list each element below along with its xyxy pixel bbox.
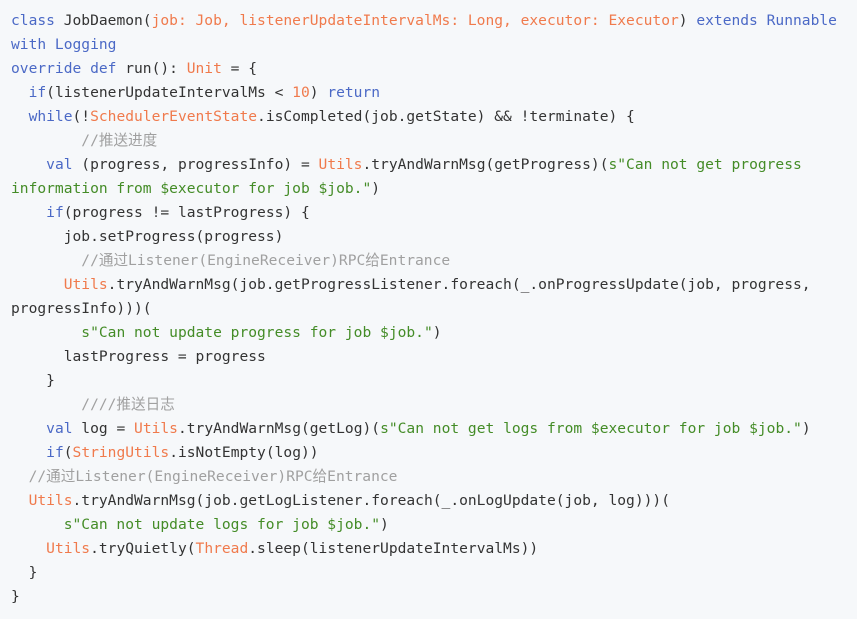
plain-token: JobDaemon( xyxy=(54,12,152,29)
keyword-token: while xyxy=(28,108,73,125)
plain-token: job.setProgress(progress) xyxy=(11,228,284,245)
keyword-token: class xyxy=(11,12,55,29)
plain-token: } xyxy=(11,588,20,605)
type-token: Utils xyxy=(46,540,91,557)
code-line: s"Can not update progress for job $job."… xyxy=(11,321,857,345)
code-line: val (progress, progressInfo) = Utils.try… xyxy=(11,153,857,177)
keyword-token: val xyxy=(46,156,73,173)
plain-token: .isNotEmpty(log)) xyxy=(169,444,319,461)
plain-token: .isCompleted(job.getState) && !terminate… xyxy=(257,108,635,125)
plain-token: ) xyxy=(309,84,328,101)
code-line: if(listenerUpdateIntervalMs < 10) return xyxy=(11,81,857,105)
plain-token: .sleep(listenerUpdateIntervalMs)) xyxy=(248,540,539,557)
comment-token: ////推送日志 xyxy=(11,396,175,413)
plain-token: log = xyxy=(72,420,135,437)
keyword-token: override def xyxy=(11,60,117,77)
type-token: job: Job, listenerUpdateIntervalMs: Long… xyxy=(151,12,679,29)
plain-token: (progress, progressInfo) = xyxy=(72,156,319,173)
code-line: lastProgress = progress xyxy=(11,345,857,369)
code-line: s"Can not update logs for job $job.") xyxy=(11,513,857,537)
plain-token: lastProgress = progress xyxy=(11,348,266,365)
code-line: //通过Listener(EngineReceiver)RPC给Entrance xyxy=(11,249,857,273)
code-line: override def run(): Unit = { xyxy=(11,57,857,81)
code-line: } xyxy=(11,585,857,609)
code-line: information from $executor for job $job.… xyxy=(11,177,857,201)
keyword-token: if xyxy=(46,204,64,221)
plain-token: .tryAndWarnMsg(job.getLogListener.foreac… xyxy=(72,492,670,509)
plain-token: (! xyxy=(72,108,91,125)
code-line: job.setProgress(progress) xyxy=(11,225,857,249)
plain-token: (listenerUpdateIntervalMs < xyxy=(46,84,293,101)
plain-token: .tryAndWarnMsg(job.getProgressListener.f… xyxy=(107,276,811,293)
type-token: StringUtils xyxy=(72,444,170,461)
code-line: } xyxy=(11,369,857,393)
plain-token: (progress != lastProgress) { xyxy=(63,204,310,221)
type-token: Utils xyxy=(318,156,363,173)
plain-token: .tryAndWarnMsg(getLog)( xyxy=(177,420,381,437)
plain-token: = { xyxy=(221,60,258,77)
string-token: s"Can not update logs for job $job." xyxy=(63,516,381,533)
string-token: s"Can not get progress xyxy=(608,156,802,173)
type-token: Thread xyxy=(195,540,249,557)
type-token: Unit xyxy=(186,60,222,77)
keyword-token: return xyxy=(327,84,381,101)
code-line: progressInfo)))( xyxy=(11,297,857,321)
plain-token: .tryQuietly( xyxy=(90,540,196,557)
comment-token: //通过Listener(EngineReceiver)RPC给Entrance xyxy=(11,468,398,485)
plain-token: ( xyxy=(63,444,73,461)
plain-token: progressInfo)))( xyxy=(11,300,152,317)
code-line: Utils.tryAndWarnMsg(job.getProgressListe… xyxy=(11,273,857,297)
plain-token: .tryAndWarnMsg(getProgress)( xyxy=(362,156,609,173)
keyword-token: val xyxy=(46,420,73,437)
string-token: s"Can not update progress for job $job." xyxy=(81,324,433,341)
plain-token: ) xyxy=(371,180,381,197)
code-line: val log = Utils.tryAndWarnMsg(getLog)(s"… xyxy=(11,417,857,441)
code-line: if(progress != lastProgress) { xyxy=(11,201,857,225)
plain-token: ) xyxy=(801,420,811,437)
comment-token: //通过Listener(EngineReceiver)RPC给Entrance xyxy=(11,252,451,269)
code-line: //推送进度 xyxy=(11,129,857,153)
code-line: while(!SchedulerEventState.isCompleted(j… xyxy=(11,105,857,129)
keyword-token: extends Runnable xyxy=(696,12,837,29)
string-token: information from $executor for job $job.… xyxy=(11,180,372,197)
type-token: SchedulerEventState xyxy=(90,108,258,125)
code-line: ////推送日志 xyxy=(11,393,857,417)
code-line: Utils.tryQuietly(Thread.sleep(listenerUp… xyxy=(11,537,857,561)
string-token: s"Can not get logs from $executor for jo… xyxy=(380,420,802,437)
code-block: class JobDaemon(job: Job, listenerUpdate… xyxy=(0,0,857,619)
number-token: 10 xyxy=(292,84,310,101)
type-token: Utils xyxy=(28,492,73,509)
plain-token: } xyxy=(11,564,38,581)
plain-token: ) xyxy=(380,516,389,533)
code-line: } xyxy=(11,561,857,585)
plain-token: } xyxy=(11,372,55,389)
code-line: if(StringUtils.isNotEmpty(log)) xyxy=(11,441,857,465)
code-line: Utils.tryAndWarnMsg(job.getLogListener.f… xyxy=(11,489,857,513)
plain-token: run(): xyxy=(116,60,187,77)
keyword-token: if xyxy=(46,444,64,461)
comment-token: //推送进度 xyxy=(11,132,158,149)
type-token: Utils xyxy=(134,420,178,437)
keyword-token: if xyxy=(28,84,47,101)
code-line: //通过Listener(EngineReceiver)RPC给Entrance xyxy=(11,465,857,489)
code-line: class JobDaemon(job: Job, listenerUpdate… xyxy=(11,9,857,33)
keyword-token: with Logging xyxy=(11,36,117,53)
plain-token: ) xyxy=(432,324,442,341)
type-token: Utils xyxy=(63,276,108,293)
plain-token: ) xyxy=(678,12,697,29)
code-line: with Logging xyxy=(11,33,857,57)
